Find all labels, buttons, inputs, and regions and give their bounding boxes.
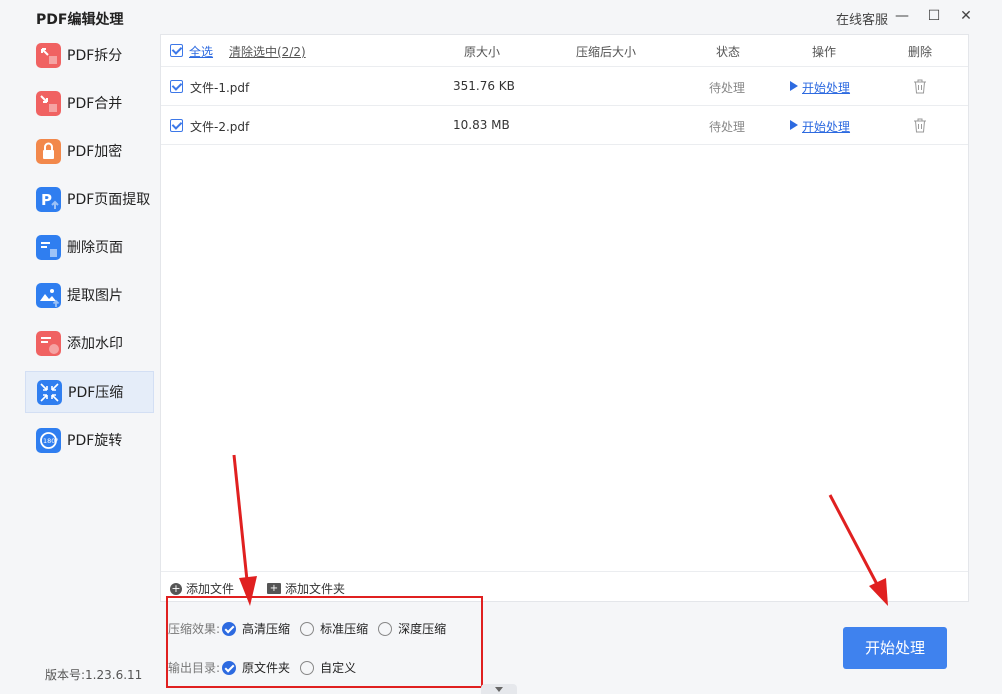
rotate-icon: 180°: [36, 427, 61, 453]
minimize-button[interactable]: —: [892, 6, 912, 26]
svg-text:180°: 180°: [43, 437, 59, 445]
sidebar-item-label: PDF拆分: [67, 48, 123, 64]
custom-folder-label[interactable]: 自定义: [320, 659, 356, 676]
radio-original-folder[interactable]: [222, 660, 237, 675]
sidebar-item-pdf-split[interactable]: PDF拆分: [25, 34, 154, 76]
play-icon[interactable]: [790, 120, 798, 130]
sidebar-item-label: PDF压缩: [68, 385, 124, 401]
lock-icon: [36, 138, 61, 164]
sidebar-item-label: PDF页面提取: [67, 192, 151, 208]
page-extract-icon: P: [36, 186, 61, 212]
row-checkbox[interactable]: [170, 80, 183, 93]
column-compressed-size: 压缩后大小: [576, 45, 637, 59]
start-process-link[interactable]: 开始处理: [802, 118, 850, 135]
sidebar-item-label: PDF旋转: [67, 433, 123, 449]
version-label: 版本号:1.23.6.11: [45, 668, 143, 682]
annotation-arrow-icon: [828, 494, 888, 606]
radio-standard-compress[interactable]: [300, 621, 315, 636]
options-panel: 压缩效果: 高清压缩 标准压缩 深度压缩 输出目录: 原文件夹 自定义: [166, 596, 483, 688]
sidebar: PDF拆分 PDF合并 PDF加密 P PDF页面提取 删除页面 提取图片 添加…: [0, 34, 160, 694]
online-support-link[interactable]: 在线客服: [836, 9, 888, 28]
plus-circle-icon: +: [170, 581, 182, 595]
standard-compress-label[interactable]: 标准压缩: [320, 620, 368, 637]
collapse-panel-toggle[interactable]: [481, 684, 517, 694]
status-text: 待处理: [709, 81, 746, 95]
sidebar-item-pdf-merge[interactable]: PDF合并: [25, 82, 154, 124]
folder-plus-icon: +: [267, 583, 281, 594]
output-option-row: 输出目录: 原文件夹 自定义: [168, 659, 366, 676]
merge-icon: [36, 90, 61, 116]
compression-option-row: 压缩效果: 高清压缩 标准压缩 深度压缩: [168, 620, 456, 637]
start-process-button[interactable]: 开始处理: [843, 627, 947, 669]
add-folder-button[interactable]: + 添加文件夹: [267, 580, 345, 597]
file-name: 文件-2.pdf: [190, 120, 250, 134]
sidebar-item-label: 提取图片: [67, 288, 123, 304]
play-icon[interactable]: [790, 81, 798, 91]
radio-hd-compress[interactable]: [222, 621, 237, 636]
column-original-size: 原大小: [464, 45, 501, 59]
output-label: 输出目录:: [168, 661, 221, 675]
sidebar-item-label: PDF加密: [67, 144, 123, 160]
file-name: 文件-1.pdf: [190, 81, 250, 95]
sidebar-item-page-extract[interactable]: P PDF页面提取: [25, 178, 154, 220]
sidebar-item-label: 添加水印: [67, 336, 123, 352]
deep-compress-label[interactable]: 深度压缩: [398, 620, 446, 637]
clear-selected-link[interactable]: 清除选中(2/2): [229, 43, 306, 60]
delete-page-icon: [36, 234, 61, 260]
compression-label: 压缩效果:: [168, 622, 221, 636]
column-action: 操作: [812, 45, 837, 59]
sidebar-item-label: 删除页面: [67, 240, 123, 256]
column-delete: 删除: [908, 45, 933, 59]
trash-icon[interactable]: [913, 79, 927, 94]
file-size: 351.76 KB: [453, 79, 515, 93]
trash-icon[interactable]: [913, 118, 927, 133]
radio-deep-compress[interactable]: [378, 621, 393, 636]
title-bar: PDF编辑处理 在线客服 — ☐ ✕: [0, 0, 1002, 34]
split-icon: [36, 42, 61, 68]
sidebar-item-pdf-rotate[interactable]: 180° PDF旋转: [25, 419, 154, 461]
app-title: PDF编辑处理: [36, 12, 124, 28]
svg-text:P: P: [41, 191, 52, 209]
hd-compress-label[interactable]: 高清压缩: [242, 620, 290, 637]
status-text: 待处理: [709, 120, 746, 134]
sidebar-item-pdf-compress[interactable]: PDF压缩: [25, 371, 154, 413]
row-checkbox[interactable]: [170, 119, 183, 132]
image-extract-icon: [36, 282, 61, 308]
table-header: 全选 清除选中(2/2) 原大小 压缩后大小 状态 操作 删除: [161, 35, 968, 67]
annotation-arrow-icon: [232, 454, 257, 606]
add-folder-label: 添加文件夹: [285, 582, 346, 596]
sidebar-item-label: PDF合并: [67, 96, 123, 112]
file-size: 10.83 MB: [453, 118, 510, 132]
close-button[interactable]: ✕: [956, 6, 976, 26]
select-all-link[interactable]: 全选: [189, 43, 213, 60]
select-all-checkbox[interactable]: [170, 44, 183, 57]
table-row: 文件-1.pdf 351.76 KB 待处理 开始处理: [161, 67, 968, 106]
column-status: 状态: [716, 45, 741, 59]
watermark-icon: [36, 330, 61, 356]
sidebar-item-pdf-encrypt[interactable]: PDF加密: [25, 130, 154, 172]
table-row: 文件-2.pdf 10.83 MB 待处理 开始处理: [161, 106, 968, 145]
original-folder-label[interactable]: 原文件夹: [242, 659, 290, 676]
sidebar-item-add-watermark[interactable]: 添加水印: [25, 322, 154, 364]
sidebar-item-delete-page[interactable]: 删除页面: [25, 226, 154, 268]
sidebar-item-extract-image[interactable]: 提取图片: [25, 274, 154, 316]
compress-icon: [37, 379, 62, 405]
maximize-button[interactable]: ☐: [924, 6, 944, 26]
start-process-link[interactable]: 开始处理: [802, 79, 850, 96]
radio-custom-folder[interactable]: [300, 660, 315, 675]
